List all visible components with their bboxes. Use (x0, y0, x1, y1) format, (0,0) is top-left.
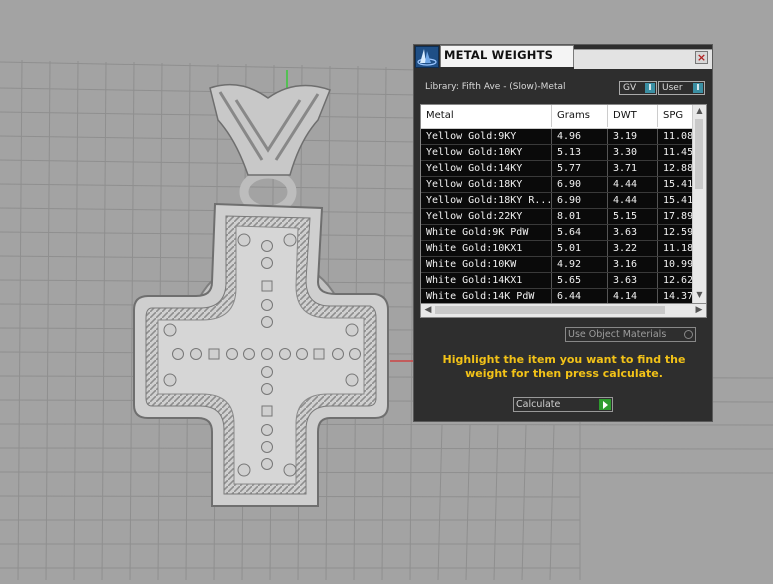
use-object-materials-toggle[interactable]: Use Object Materials (565, 327, 696, 342)
cell-grams: 4.96 (552, 129, 608, 144)
cell-grams: 6.90 (552, 193, 608, 208)
library-label: Library: Fifth Ave - (Slow)-Metal (425, 82, 566, 92)
cell-metal: White Gold:10KX1 (421, 241, 552, 256)
cell-dwt: 3.30 (608, 145, 658, 160)
horizontal-scroll-thumb[interactable] (435, 306, 665, 314)
calculate-button[interactable]: Calculate (513, 397, 613, 412)
calculate-label: Calculate (516, 399, 561, 410)
table-row[interactable]: Yellow Gold:18KY 6.90 4.44 15.41 (421, 177, 693, 193)
cell-metal: Yellow Gold:18KY R... (421, 193, 552, 208)
cell-grams: 6.90 (552, 177, 608, 192)
instructions-text: Highlight the item you want to find the … (442, 353, 686, 380)
gv-toggle[interactable]: GV I (619, 81, 657, 95)
panel-titlebar[interactable]: METAL WEIGHTS × (414, 45, 712, 69)
cell-grams: 8.01 (552, 209, 608, 224)
close-icon: × (696, 51, 707, 64)
play-arrow-icon (599, 399, 611, 410)
table-row[interactable]: Yellow Gold:14KY 5.77 3.71 12.88 (421, 161, 693, 177)
column-header-dwt[interactable]: DWT (608, 105, 658, 127)
close-button[interactable]: × (695, 51, 708, 64)
gv-toggle-label: GV (623, 83, 637, 93)
cell-grams: 5.64 (552, 225, 608, 240)
scroll-up-icon[interactable]: ▲ (693, 105, 706, 117)
cell-dwt: 3.19 (608, 129, 658, 144)
table-row[interactable]: White Gold:14KX1 5.65 3.63 12.62 (421, 273, 693, 289)
cell-metal: Yellow Gold:10KY (421, 145, 552, 160)
cell-metal: Yellow Gold:18KY (421, 177, 552, 192)
table-row[interactable]: Yellow Gold:22KY 8.01 5.15 17.89 (421, 209, 693, 225)
scroll-left-icon[interactable]: ◀ (422, 304, 434, 317)
cell-metal: Yellow Gold:22KY (421, 209, 552, 224)
vertical-scrollbar[interactable]: ▲ ▼ (692, 105, 706, 303)
panel-title: METAL WEIGHTS (444, 48, 554, 62)
table-row[interactable]: Yellow Gold:9KY 4.96 3.19 11.08 (421, 129, 693, 145)
use-object-materials-label: Use Object Materials (568, 329, 667, 340)
cell-grams: 4.92 (552, 257, 608, 272)
cell-grams: 6.44 (552, 289, 608, 303)
cell-grams: 5.13 (552, 145, 608, 160)
table-row[interactable]: Yellow Gold:10KY 5.13 3.30 11.45 (421, 145, 693, 161)
table-row[interactable]: White Gold:9K PdW 5.64 3.63 12.59 (421, 225, 693, 241)
app-logo-icon (415, 46, 439, 68)
cell-metal: Yellow Gold:14KY (421, 161, 552, 176)
radio-indicator-icon (684, 330, 693, 339)
metal-weights-panel: METAL WEIGHTS × Library: Fifth Ave - (Sl… (413, 44, 713, 422)
cell-dwt: 3.63 (608, 273, 658, 288)
cell-grams: 5.65 (552, 273, 608, 288)
cell-metal: White Gold:9K PdW (421, 225, 552, 240)
scroll-right-icon[interactable]: ▶ (693, 304, 705, 317)
cell-dwt: 4.44 (608, 177, 658, 192)
table-header: Metal Grams DWT SPG (421, 105, 693, 129)
cell-metal: White Gold:10KW (421, 257, 552, 272)
cell-grams: 5.01 (552, 241, 608, 256)
user-toggle[interactable]: User I (658, 81, 705, 95)
cell-dwt: 3.63 (608, 225, 658, 240)
vertical-scroll-thumb[interactable] (695, 119, 703, 189)
user-toggle-label: User (662, 83, 683, 93)
cell-metal: Yellow Gold:9KY (421, 129, 552, 144)
cell-dwt: 5.15 (608, 209, 658, 224)
table-row[interactable]: Yellow Gold:18KY R... 6.90 4.44 15.41 (421, 193, 693, 209)
cell-dwt: 3.71 (608, 161, 658, 176)
cell-dwt: 3.22 (608, 241, 658, 256)
table-row[interactable]: White Gold:10KW 4.92 3.16 10.99 (421, 257, 693, 273)
column-header-metal[interactable]: Metal (421, 105, 552, 127)
horizontal-scrollbar[interactable]: ◀ ▶ (420, 304, 707, 318)
cell-metal: White Gold:14K PdW (421, 289, 552, 303)
toggle-switch-icon: I (693, 83, 703, 93)
table-body: Yellow Gold:9KY 4.96 3.19 11.08 Yellow Gold:… (421, 129, 693, 303)
cell-metal: White Gold:14KX1 (421, 273, 552, 288)
cell-dwt: 4.44 (608, 193, 658, 208)
table-row[interactable]: White Gold:14K PdW 6.44 4.14 14.37 (421, 289, 693, 303)
metal-table[interactable]: Metal Grams DWT SPG Yellow Gold:9KY 4.96 3… (420, 104, 707, 304)
toggle-switch-icon: I (645, 83, 655, 93)
cell-dwt: 4.14 (608, 289, 658, 303)
cell-dwt: 3.16 (608, 257, 658, 272)
table-row[interactable]: White Gold:10KX1 5.01 3.22 11.18 (421, 241, 693, 257)
titlebar-strip (574, 49, 712, 69)
scroll-down-icon[interactable]: ▼ (693, 289, 706, 301)
column-header-grams[interactable]: Grams (552, 105, 608, 127)
cell-grams: 5.77 (552, 161, 608, 176)
